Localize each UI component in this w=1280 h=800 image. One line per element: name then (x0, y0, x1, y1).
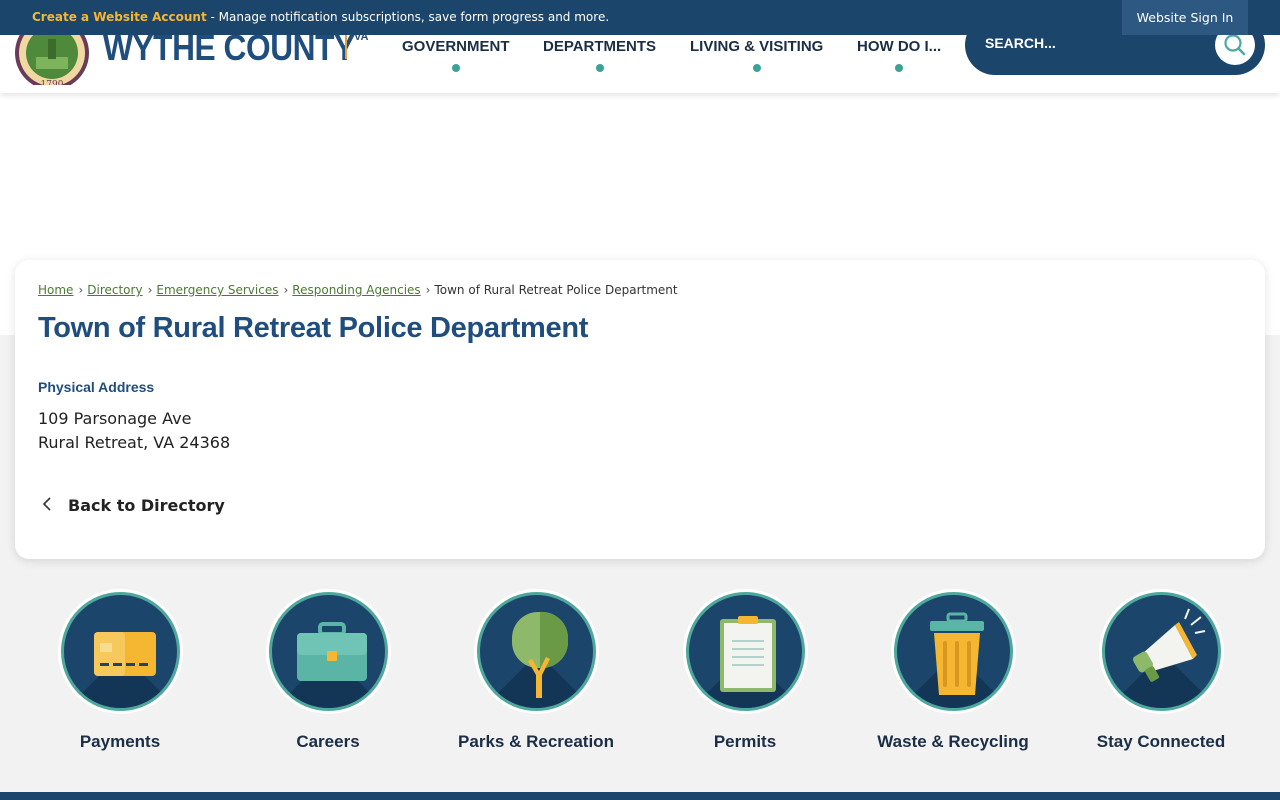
breadcrumb-separator: › (78, 283, 84, 297)
trash-can-icon (929, 612, 984, 695)
quick-link-label: Permits (713, 732, 777, 751)
page-title: Town of Rural Retreat Police Department (38, 312, 589, 344)
site-header: 1790 WYTHE COUNTY VA GOVERNMENT DEPARTME… (0, 15, 1280, 93)
nav-label: GOVERNMENT (402, 38, 510, 55)
nav-indicator-dot (451, 64, 460, 72)
quick-link-circle (890, 589, 1016, 714)
quick-link-waste-recycling[interactable]: Waste & Recycling (873, 589, 1033, 752)
nav-label: HOW DO I... (857, 38, 942, 55)
breadcrumb-responding-agencies[interactable]: Responding Agencies (292, 283, 420, 297)
breadcrumb-separator: › (425, 283, 431, 297)
quick-link-inner (60, 592, 180, 711)
nav-indicator-dot (895, 64, 904, 72)
quick-link-inner (1101, 592, 1221, 711)
clipboard-icon (719, 616, 776, 692)
brand-divider (345, 33, 347, 59)
quick-link-inner (268, 592, 388, 711)
quick-link-label: Waste & Recycling (877, 732, 1029, 751)
megaphone-icon (1132, 608, 1205, 682)
nav-indicator-dot (595, 64, 604, 72)
create-account-link[interactable]: Create a Website Account (32, 10, 207, 24)
quick-link-circle (1098, 589, 1224, 714)
quick-link-label: Careers (296, 732, 360, 751)
search-icon (1224, 34, 1246, 56)
quick-link-payments[interactable]: Payments (40, 589, 200, 752)
nav-government[interactable]: GOVERNMENT (402, 38, 510, 74)
quick-link-label: Stay Connected (1096, 732, 1226, 751)
quick-link-inner (685, 592, 805, 711)
back-label: Back to Directory (68, 496, 225, 515)
address-heading: Physical Address (38, 379, 155, 395)
quick-link-inner (476, 592, 596, 711)
address-city-state-zip: Rural Retreat, VA 24368 (38, 433, 231, 452)
nav-indicator-dot (752, 64, 761, 72)
back-to-directory-link[interactable]: Back to Directory (38, 496, 225, 515)
website-sign-in-button[interactable]: Website Sign In (1122, 0, 1248, 35)
breadcrumb-separator: › (283, 283, 289, 297)
breadcrumb-current: Town of Rural Retreat Police Department (434, 283, 678, 297)
briefcase-icon (296, 622, 367, 681)
directory-detail-card: Home › Directory › Emergency Services › Respon… (15, 260, 1265, 559)
nav-living-visiting[interactable]: LIVING & VISITING (690, 38, 823, 74)
notification-bar: Create a Website Account - Manage notifi… (0, 0, 1280, 35)
quick-link-circle (57, 589, 183, 714)
tree-icon (511, 611, 568, 698)
chevron-left-icon (38, 496, 68, 515)
quick-link-stay-connected[interactable]: Stay Connected (1081, 589, 1241, 752)
footer-strip (0, 792, 1280, 800)
quick-link-parks-recreation[interactable]: Parks & Recreation (456, 589, 616, 752)
notification-message: Create a Website Account - Manage notifi… (32, 10, 609, 24)
quick-link-label: Payments (79, 732, 161, 751)
quick-link-circle (473, 589, 599, 714)
breadcrumb-separator: › (147, 283, 153, 297)
breadcrumb: Home › Directory › Emergency Services › Respon… (38, 283, 678, 297)
breadcrumb-directory[interactable]: Directory (87, 283, 142, 297)
notification-text: - Manage notification subscriptions, sav… (206, 10, 610, 24)
quick-link-permits[interactable]: Permits (665, 589, 825, 752)
credit-card-icon (93, 632, 156, 676)
nav-departments[interactable]: DEPARTMENTS (543, 38, 656, 74)
quick-link-inner (893, 592, 1013, 711)
quick-link-label: Parks & Recreation (458, 732, 614, 751)
svg-text:1790: 1790 (41, 80, 64, 85)
quick-link-circle (682, 589, 808, 714)
nav-how-do-i[interactable]: HOW DO I... (857, 38, 941, 74)
breadcrumb-emergency-services[interactable]: Emergency Services (156, 283, 278, 297)
address-street: 109 Parsonage Ave (38, 409, 192, 428)
quick-link-circle (265, 589, 391, 714)
nav-label: LIVING & VISITING (690, 38, 824, 55)
breadcrumb-home[interactable]: Home (38, 283, 73, 297)
nav-label: DEPARTMENTS (543, 38, 657, 55)
search-input[interactable]: SEARCH... (985, 35, 1056, 51)
quick-link-careers[interactable]: Careers (248, 589, 408, 752)
